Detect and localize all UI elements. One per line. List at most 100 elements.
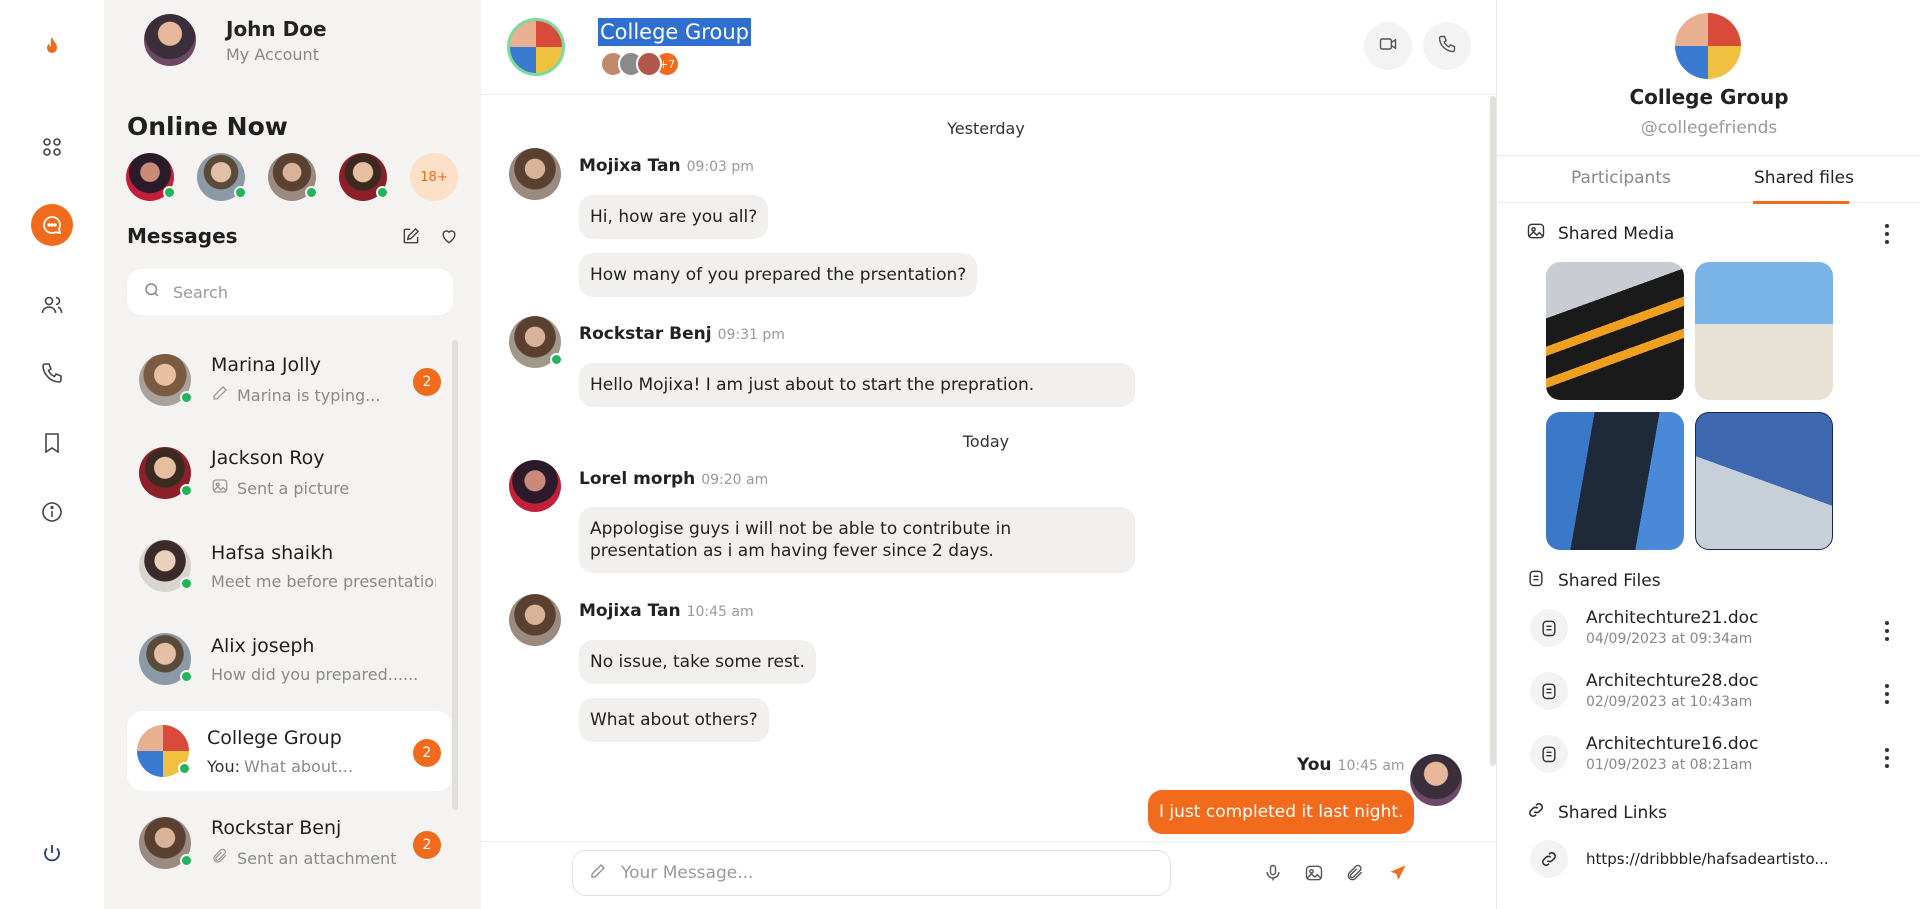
heart-icon[interactable]: [439, 226, 459, 250]
profile-card[interactable]: John Doe My Account: [144, 14, 327, 66]
active-tab-indicator: [1753, 201, 1849, 204]
message-bubble: How many of you prepared the prsentation…: [579, 253, 978, 297]
shared-link-item[interactable]: https://dribbble/hafsadeartisto...: [1530, 840, 1829, 878]
file-date: 01/09/2023 at 08:21am: [1586, 757, 1753, 773]
link-icon: [1530, 840, 1568, 878]
pencil-icon: [589, 862, 621, 884]
shared-media-thumbnail[interactable]: [1695, 412, 1833, 550]
tab-shared-files[interactable]: Shared files: [1754, 168, 1854, 188]
section-title: Shared Files: [1558, 570, 1661, 591]
conversation-item-selected[interactable]: College Group You:What about others? 2: [127, 711, 453, 791]
voice-call-button[interactable]: [1423, 22, 1471, 70]
search-input[interactable]: [173, 282, 433, 302]
compose-icon[interactable]: [401, 226, 421, 250]
profile-subtitle: My Account: [226, 44, 319, 64]
message-input[interactable]: [621, 863, 1141, 883]
message-bubble: Hi, how are you all?: [579, 195, 769, 239]
image-icon[interactable]: [1302, 861, 1326, 885]
my-avatar: [1410, 754, 1462, 806]
shared-file-item[interactable]: Architechture28.doc 02/09/2023 at 10:43a…: [1530, 671, 1758, 710]
message-bubble: What about others?: [579, 698, 769, 742]
unread-badge: 2: [413, 831, 441, 859]
member-avatar: [636, 51, 662, 77]
message-bubble: Hello Mojixa! I am just about to start t…: [579, 363, 1135, 407]
video-call-button[interactable]: [1364, 22, 1412, 70]
more-online-badge[interactable]: 18+: [410, 153, 458, 201]
shared-file-item[interactable]: Architechture16.doc 01/09/2023 at 08:21a…: [1530, 734, 1758, 773]
power-icon[interactable]: [31, 833, 73, 875]
conversation-name: College Group: [207, 726, 342, 749]
shared-media-thumbnail[interactable]: [1695, 262, 1833, 400]
search-icon: [143, 281, 173, 303]
group-avatar[interactable]: [507, 18, 565, 76]
shared-media-thumbnail[interactable]: [1546, 262, 1684, 400]
send-icon[interactable]: [1386, 861, 1410, 885]
phone-icon: [1437, 34, 1457, 58]
sender-name: You: [1297, 755, 1332, 775]
image-icon: [1526, 221, 1558, 246]
message-time: 09:20 am: [701, 472, 769, 488]
avatar: [139, 817, 193, 869]
preview-prefix: You:: [207, 756, 240, 776]
conversation-item[interactable]: Marina Jolly Marina is typing... 2: [127, 340, 453, 420]
apps-grid-icon[interactable]: [31, 126, 73, 168]
tab-participants[interactable]: Participants: [1571, 168, 1671, 188]
file-name: Architechture21.doc: [1586, 608, 1759, 628]
online-user-avatar[interactable]: [197, 153, 247, 201]
online-users: 18+: [126, 153, 458, 201]
shared-media-thumbnail[interactable]: [1546, 412, 1684, 550]
file-date: 02/09/2023 at 10:43am: [1586, 694, 1753, 710]
file-icon: [1530, 734, 1568, 773]
chat-area: College Group +7 Yesterday Mojixa Tan 09…: [481, 0, 1497, 909]
sender-name: Mojixa Tan: [579, 601, 681, 621]
details-title: College Group: [1629, 85, 1789, 109]
online-user-avatar[interactable]: [339, 153, 389, 201]
message-time: 09:03 pm: [686, 159, 754, 175]
section-title: Shared Media: [1558, 223, 1675, 244]
file-more-options-icon[interactable]: [1884, 684, 1890, 704]
conversation-preview: Meet me before presentation...: [211, 571, 436, 591]
chat-header: College Group +7: [481, 0, 1497, 95]
avatar: [139, 540, 193, 592]
avatar: [139, 633, 193, 685]
details-tabs: Participants Shared files: [1498, 155, 1920, 204]
file-more-options-icon[interactable]: [1884, 748, 1890, 768]
online-user-avatar[interactable]: [126, 153, 176, 201]
conversation-item[interactable]: Hafsa shaikh Meet me before presentation…: [127, 526, 453, 606]
profile-name: John Doe: [226, 16, 327, 41]
day-separator: Today: [962, 432, 1010, 451]
conversation-name: Alix joseph: [211, 634, 315, 657]
contacts-icon[interactable]: [31, 284, 73, 326]
shared-link-url[interactable]: https://dribbble/hafsadeartisto...: [1586, 850, 1829, 868]
conversation-preview: Sent a picture: [237, 478, 350, 498]
file-icon: [1526, 568, 1558, 593]
paperclip-icon[interactable]: [1343, 861, 1367, 885]
member-avatars[interactable]: +7: [600, 51, 680, 77]
bookmark-icon[interactable]: [31, 422, 73, 464]
sender-name: Lorel morph: [579, 469, 696, 489]
shared-file-item[interactable]: Architechture21.doc 04/09/2023 at 09:34a…: [1530, 608, 1758, 647]
avatar: [139, 447, 193, 499]
message-input-box: [572, 850, 1171, 896]
phone-icon[interactable]: [31, 352, 73, 394]
message-bubble: Appologise guys i will not be able to co…: [579, 507, 1135, 573]
file-more-options-icon[interactable]: [1884, 621, 1890, 641]
list-scrollbar[interactable]: [452, 340, 458, 810]
avatar: [137, 725, 191, 777]
more-options-icon[interactable]: [1884, 224, 1890, 244]
conversation-item[interactable]: Jackson Roy Sent a picture: [127, 433, 453, 513]
image-icon: [211, 477, 237, 499]
message-time: 10:45 am: [1337, 758, 1405, 774]
microphone-icon[interactable]: [1261, 861, 1285, 885]
online-now-heading: Online Now: [127, 112, 288, 141]
conversation-item[interactable]: Alix joseph How did you prepared......: [127, 619, 453, 699]
message-bubble: No issue, take some rest.: [579, 640, 816, 684]
conversation-item[interactable]: Rockstar Benj Sent an attachment 2: [127, 803, 453, 883]
search-box: [127, 269, 453, 315]
chat-scrollbar[interactable]: [1490, 96, 1496, 766]
paperclip-icon: [211, 847, 237, 869]
info-icon[interactable]: [31, 491, 73, 533]
chat-icon[interactable]: [31, 204, 73, 246]
online-user-avatar[interactable]: [268, 153, 318, 201]
details-handle: @collegefriends: [1640, 118, 1778, 138]
